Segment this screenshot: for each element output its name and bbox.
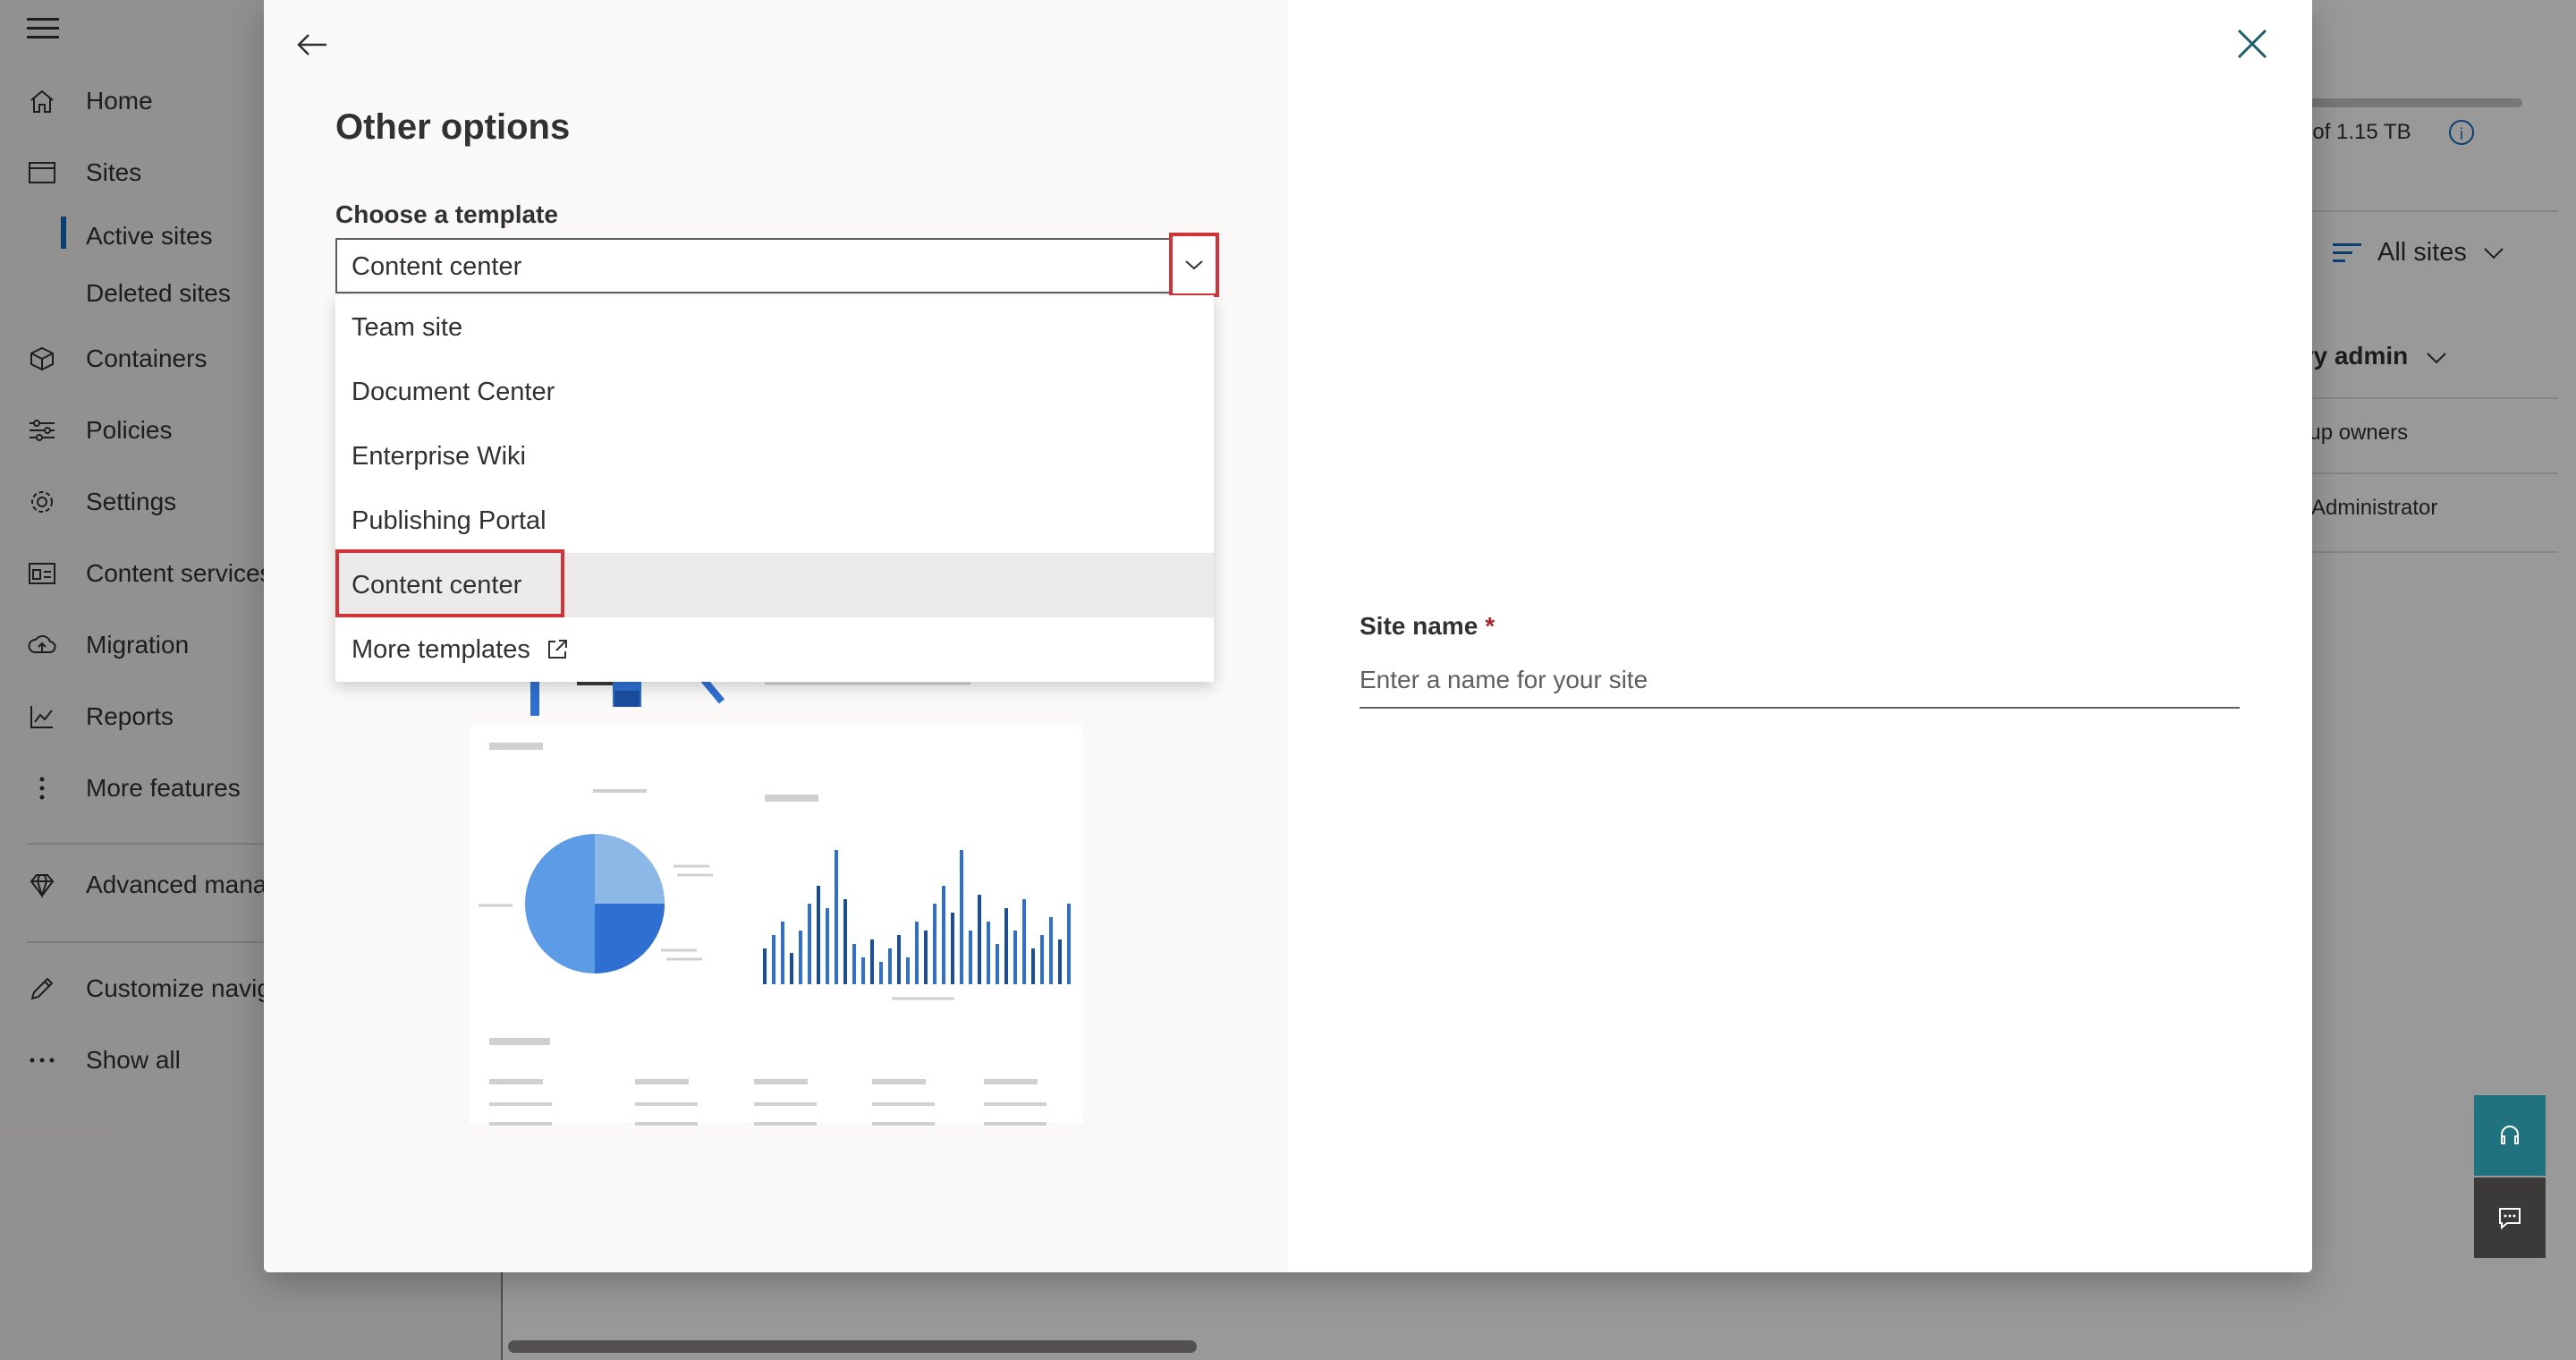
illustration-bar [987, 922, 990, 984]
template-options-list: Team site Document Center Enterprise Wik… [335, 295, 1214, 682]
illustration-bar [1013, 931, 1017, 984]
illustration-bar [1058, 939, 1062, 984]
illustration-bar [906, 957, 910, 984]
illustration-bar [888, 948, 892, 984]
illustration-bar [933, 904, 936, 984]
template-label: Choose a template [335, 200, 558, 228]
illustration-table-line [635, 1079, 689, 1084]
illustration-bar [799, 931, 802, 984]
selection-highlight-box [335, 549, 564, 617]
site-name-label: Site name * [1360, 612, 1496, 640]
close-button[interactable] [2232, 23, 2273, 64]
option-more-templates[interactable]: More templates [335, 617, 1214, 682]
illustration-bar [763, 948, 767, 984]
illustration-bar [817, 886, 820, 984]
dialog-title: Other options [335, 107, 571, 147]
illustration-table-line [872, 1079, 926, 1084]
illustration-bar [969, 931, 972, 984]
arrow-left-icon [297, 34, 326, 55]
illustration-bar [915, 922, 919, 984]
illustration-table-line [872, 1102, 935, 1106]
illustration-bar [835, 850, 838, 984]
illustration-bar [808, 904, 811, 984]
close-icon [2237, 29, 2267, 59]
illustration-table-line [754, 1122, 817, 1126]
option-document-center[interactable]: Document Center [335, 360, 1214, 424]
external-link-icon [547, 640, 567, 659]
illustration-table-line [635, 1102, 698, 1106]
illustration-bar [942, 886, 945, 984]
illustration-bar [897, 935, 901, 984]
illustration-table-line [489, 1122, 552, 1126]
template-preview-illustration [470, 680, 1083, 1126]
template-pane: Other options Choose a template Content … [264, 0, 1288, 1272]
chat-icon [2499, 1208, 2521, 1230]
headset-icon [2501, 1126, 2519, 1144]
illustration-bar [843, 899, 847, 984]
back-button[interactable] [294, 27, 330, 63]
illustration-bar [826, 908, 829, 984]
feedback-button[interactable] [2474, 1177, 2546, 1258]
illustration-table-line [984, 1079, 1038, 1084]
illustration-bar [951, 913, 954, 984]
help-button[interactable] [2474, 1095, 2546, 1176]
chevron-down-icon [1185, 260, 1203, 270]
template-selected-value: Content center [352, 252, 522, 281]
illustration-bar [861, 957, 865, 984]
illustration-bar [960, 850, 963, 984]
illustration-bar [996, 944, 999, 984]
create-site-dialog: Other options Choose a template Content … [264, 0, 2312, 1272]
required-asterisk: * [1485, 612, 1496, 640]
illustration-bar [781, 922, 784, 984]
illustration-bar [790, 953, 793, 984]
illustration-bar [1004, 908, 1008, 984]
illustration-table-line [754, 1102, 817, 1106]
illustration-bar [1067, 904, 1071, 984]
illustration-bar [1022, 899, 1026, 984]
option-team-site[interactable]: Team site [335, 295, 1214, 360]
illustration-bar [1049, 917, 1053, 984]
illustration-table-line [754, 1079, 808, 1084]
illustration-table-line [489, 1102, 552, 1106]
site-name-input[interactable] [1360, 653, 2240, 709]
illustration-bar [772, 935, 775, 984]
illustration-bar [870, 939, 874, 984]
illustration-table-line [984, 1102, 1046, 1106]
illustration-table-line [489, 1079, 543, 1084]
illustration-bar [1040, 935, 1044, 984]
illustration-table-line [635, 1122, 698, 1126]
illustration-table-line [872, 1122, 935, 1126]
option-enterprise-wiki[interactable]: Enterprise Wiki [335, 424, 1214, 489]
illustration-table-line [984, 1122, 1046, 1126]
illustration-bar [879, 962, 883, 984]
illustration-bar [978, 895, 981, 984]
template-dropdown[interactable]: Content center [335, 238, 1214, 293]
illustration-bar [924, 931, 928, 984]
illustration-bar [852, 944, 856, 984]
illustration-bar [1031, 948, 1035, 984]
option-publishing-portal[interactable]: Publishing Portal [335, 489, 1214, 553]
dropdown-toggle-button[interactable] [1169, 233, 1219, 297]
